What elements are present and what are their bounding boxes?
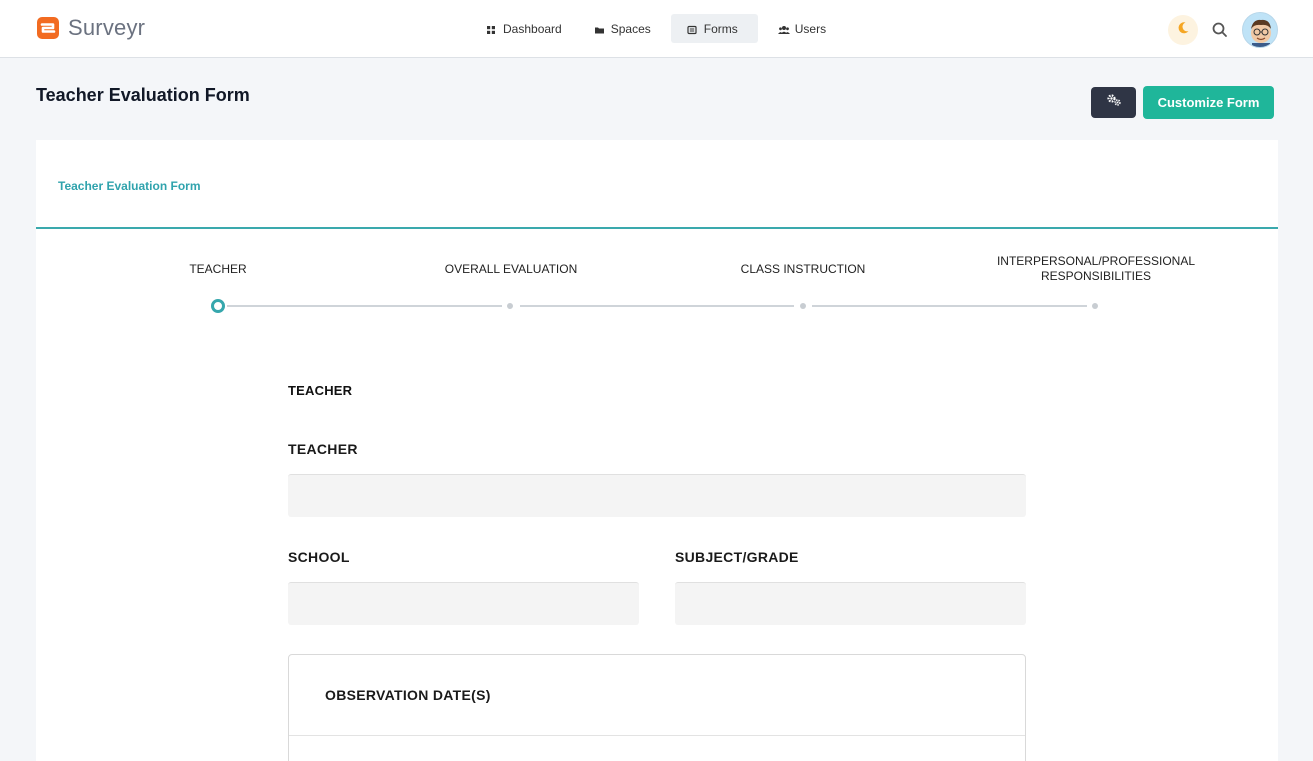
subject-grade-input[interactable] [675, 582, 1026, 625]
top-navbar: Surveyr Dashboard Spaces Forms Users [0, 0, 1313, 58]
step-overall-evaluation-label[interactable]: OVERALL EVALUATION [420, 262, 602, 277]
nav-item-label: Forms [703, 21, 738, 36]
nav-item-users[interactable]: Users [766, 14, 838, 43]
nav-item-label: Users [794, 21, 827, 36]
step-teacher-marker[interactable] [211, 299, 225, 313]
panel-divider [289, 735, 1025, 736]
app-logo[interactable]: Surveyr [36, 15, 145, 41]
card-title: Teacher Evaluation Form [58, 179, 201, 193]
moon-icon [1176, 21, 1190, 40]
step-interpersonal-marker[interactable] [1092, 303, 1098, 309]
stepper-connector [520, 305, 794, 307]
step-overall-evaluation-marker[interactable] [507, 303, 513, 309]
form-icon [687, 24, 697, 34]
stepper-connector [812, 305, 1087, 307]
gears-icon [1106, 93, 1122, 112]
page-title: Teacher Evaluation Form [36, 85, 250, 105]
nav-item-forms[interactable]: Forms [670, 14, 758, 43]
nav-item-spaces[interactable]: Spaces [582, 14, 663, 43]
app-name: Surveyr [68, 15, 146, 40]
header-tools [1168, 12, 1278, 48]
observation-dates-panel: OBSERVATION DATE(S) [288, 654, 1026, 761]
grid-icon [486, 24, 496, 34]
teacher-input[interactable] [288, 474, 1026, 517]
step-class-instruction-label[interactable]: CLASS INSTRUCTION [713, 262, 893, 277]
user-avatar[interactable] [1242, 12, 1278, 48]
nav-item-dashboard[interactable]: Dashboard [474, 14, 574, 43]
search-icon [1210, 22, 1230, 44]
form-settings-button[interactable] [1091, 87, 1136, 118]
users-icon [777, 24, 790, 34]
step-teacher-label[interactable]: TEACHER [168, 262, 268, 277]
theme-toggle-button[interactable] [1168, 15, 1198, 45]
nav-item-label: Spaces [610, 21, 651, 36]
surveyr-logo-icon [36, 16, 60, 40]
card-header: Teacher Evaluation Form [36, 140, 1278, 229]
school-field-label: SCHOOL [288, 549, 350, 565]
teacher-field-label: TEACHER [288, 441, 358, 457]
observation-dates-title: OBSERVATION DATE(S) [325, 687, 491, 703]
search-button[interactable] [1210, 20, 1230, 40]
customize-form-button[interactable]: Customize Form [1143, 86, 1274, 119]
step-class-instruction-marker[interactable] [800, 303, 806, 309]
main-nav: Dashboard Spaces Forms Users [474, 14, 846, 43]
nav-item-label: Dashboard [503, 21, 562, 36]
subject-grade-field-label: SUBJECT/GRADE [675, 549, 799, 565]
folder-icon [594, 24, 604, 34]
stepper-connector [227, 305, 502, 307]
section-title: TEACHER [288, 383, 353, 398]
step-interpersonal-label[interactable]: INTERPERSONAL/PROFESSIONAL RESPONSIBILIT… [975, 254, 1217, 284]
school-input[interactable] [288, 582, 639, 625]
